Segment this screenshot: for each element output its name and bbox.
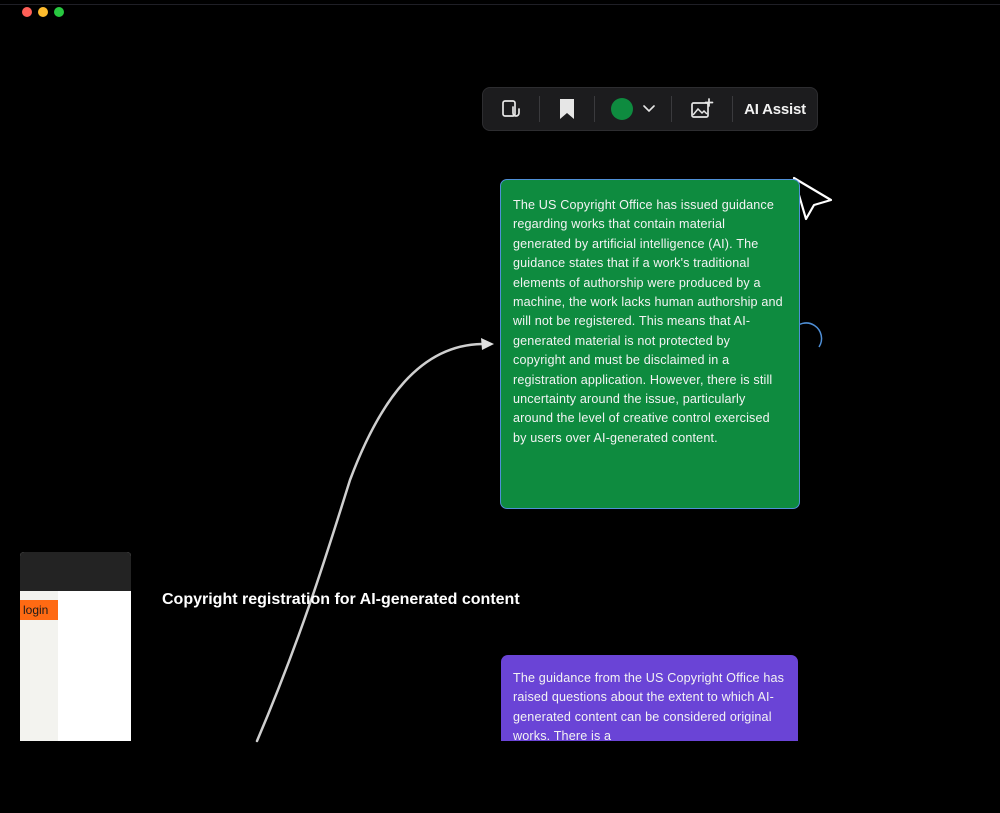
chevron-down-icon (643, 105, 655, 113)
bookmark-button[interactable] (540, 88, 594, 130)
floating-toolbar: AI Assist (482, 87, 818, 131)
ai-assist-button[interactable]: AI Assist (733, 88, 817, 130)
note-card-text: The US Copyright Office has issued guida… (513, 198, 783, 445)
canvas-app[interactable]: AI Assist The US Copyright Office has is… (0, 0, 1000, 813)
note-card-text: The guidance from the US Copyright Offic… (513, 671, 785, 741)
embedded-web-preview[interactable]: login (20, 552, 131, 741)
connector-arrow[interactable] (255, 342, 484, 743)
color-picker-icon (611, 98, 633, 120)
add-image-button[interactable] (672, 88, 732, 130)
note-card-purple[interactable]: The guidance from the US Copyright Offic… (501, 655, 798, 741)
connector-arrowhead (481, 338, 494, 350)
note-card-green[interactable]: The US Copyright Office has issued guida… (500, 179, 800, 509)
add-image-icon (691, 98, 714, 118)
login-button[interactable]: login (20, 600, 58, 620)
color-picker-button[interactable] (595, 88, 671, 130)
link-clip-icon (502, 100, 520, 117)
bookmark-icon (560, 99, 574, 119)
link-button[interactable] (483, 88, 539, 130)
preview-header (20, 552, 131, 591)
topic-label[interactable]: Copyright registration for AI-generated … (162, 591, 520, 609)
